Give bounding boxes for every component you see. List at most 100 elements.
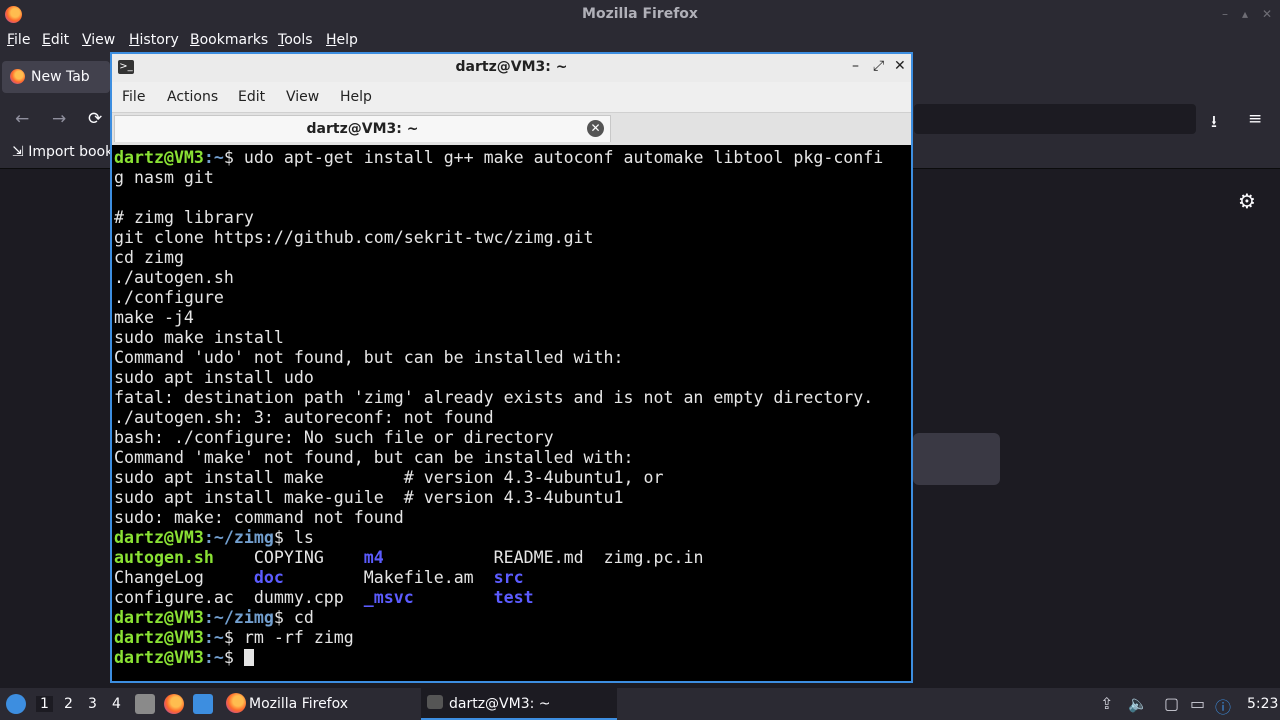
terminal-line: sudo apt install make-guile # version 4.… <box>114 488 909 508</box>
output-text: g nasm git <box>114 168 214 187</box>
terminal-line: sudo apt install make # version 4.3-4ubu… <box>114 468 909 488</box>
output-text: ./autogen.sh: 3: autoreconf: not found <box>114 408 494 427</box>
menu-history[interactable]: History <box>129 32 179 48</box>
ls-entry: autogen.sh <box>114 548 254 567</box>
menu-view[interactable]: View <box>82 32 115 48</box>
ls-entry: Makefile.am <box>363 568 494 587</box>
firefox-launcher-icon[interactable] <box>164 694 184 714</box>
prompt-path: :~ <box>203 148 224 167</box>
minimize-icon[interactable]: – <box>852 58 859 74</box>
menu-tools[interactable]: Tools <box>278 32 313 48</box>
terminal-tab-label: dartz@VM3: ~ <box>306 121 419 137</box>
tab-close-icon[interactable]: ✕ <box>587 120 604 137</box>
window-title: Mozilla Firefox <box>582 6 698 22</box>
close-icon[interactable]: ✕ <box>1262 7 1272 21</box>
ls-entry: zimg.pc.in <box>603 548 704 567</box>
menu-edit[interactable]: Edit <box>42 32 69 48</box>
terminal-line: Command 'udo' not found, but can be inst… <box>114 348 909 368</box>
reload-icon[interactable]: ⟳ <box>88 109 102 129</box>
terminal-line: dartz@VM3:~$ udo apt-get install g++ mak… <box>114 148 909 168</box>
volume-icon[interactable]: 🔈 <box>1128 694 1148 713</box>
output-text: ./autogen.sh <box>114 268 234 287</box>
maximize-icon[interactable]: ▴ <box>1242 7 1248 21</box>
terminal-line: dartz@VM3:~$ rm -rf zimg <box>114 628 909 648</box>
menu-actions[interactable]: Actions <box>167 89 218 105</box>
prompt-user: dartz@VM3 <box>114 628 204 647</box>
hamburger-menu-icon[interactable]: ≡ <box>1248 109 1262 129</box>
ls-entry: _msvc <box>363 588 494 607</box>
terminal-line: dartz@VM3:~/zimg$ cd <box>114 608 909 628</box>
terminal-menubar: File Actions Edit View Help <box>112 82 911 113</box>
command-text: cd <box>293 608 314 627</box>
terminal-output[interactable]: dartz@VM3:~$ udo apt-get install g++ mak… <box>114 148 909 679</box>
network-icon[interactable]: ▭ <box>1190 694 1205 713</box>
ls-entry: doc <box>253 568 364 587</box>
output-text: make -j4 <box>114 308 194 327</box>
terminal-line: ChangeLog doc Makefile.am src <box>114 568 909 588</box>
terminal-line: ./autogen.sh: 3: autoreconf: not found <box>114 408 909 428</box>
menu-bookmarks[interactable]: Bookmarks <box>190 32 268 48</box>
url-bar[interactable] <box>914 104 1196 134</box>
terminal-line: ./autogen.sh <box>114 268 909 288</box>
output-text: cd zimg <box>114 248 184 267</box>
output-text: Command 'make' not found, but can be ins… <box>114 448 634 467</box>
terminal-line: sudo make install <box>114 328 909 348</box>
clock[interactable]: 5:23 <box>1247 696 1278 712</box>
download-icon[interactable]: ⭳ <box>1211 109 1217 138</box>
menu-file[interactable]: File <box>122 89 145 105</box>
output-text: ./configure <box>114 288 224 307</box>
tab-new-tab[interactable]: New Tab <box>2 61 110 93</box>
desktop-icon[interactable] <box>193 694 213 714</box>
terminal-tab[interactable]: dartz@VM3: ~ ✕ <box>114 115 611 142</box>
terminal-line: sudo apt install udo <box>114 368 909 388</box>
import-bookmarks-button[interactable]: ⇲ Import book <box>12 144 113 160</box>
prompt-path: :~/zimg <box>203 528 274 547</box>
ls-entry: m4 <box>363 548 494 567</box>
menu-help[interactable]: Help <box>340 89 372 105</box>
menu-file[interactable]: File <box>7 32 30 48</box>
terminal-titlebar[interactable]: >_ dartz@VM3: ~ – ⤢ ✕ <box>112 54 911 82</box>
output-text: # zimg library <box>114 208 254 227</box>
workspace-1[interactable]: 1 <box>36 696 53 712</box>
prompt-user: dartz@VM3 <box>114 648 204 667</box>
app-menu-icon[interactable] <box>6 694 26 714</box>
prompt-user: dartz@VM3 <box>114 608 204 627</box>
upload-icon[interactable]: ⇪ <box>1100 694 1113 713</box>
terminal-line: autogen.sh COPYING m4 README.md zimg.pc.… <box>114 548 909 568</box>
menu-help[interactable]: Help <box>326 32 358 48</box>
workspace-2[interactable]: 2 <box>64 696 73 712</box>
minimize-icon[interactable]: – <box>1222 7 1228 21</box>
gear-icon[interactable]: ⚙ <box>1238 189 1256 213</box>
prompt-symbol: $ <box>223 148 244 167</box>
output-text: fatal: destination path 'zimg' already e… <box>114 388 874 407</box>
taskbar-window-firefox[interactable]: Mozilla Firefox <box>222 688 412 718</box>
prompt-symbol: $ <box>273 608 294 627</box>
prompt-path: :~ <box>203 648 224 667</box>
ls-entry: ChangeLog <box>114 568 254 587</box>
output-text: sudo apt install make # version 4.3-4ubu… <box>114 468 664 487</box>
forward-arrow-icon[interactable]: → <box>52 109 66 129</box>
ls-entry: README.md <box>493 548 604 567</box>
terminal-icon <box>427 695 443 709</box>
maximize-icon[interactable]: ⤢ <box>873 58 884 74</box>
workspace-3[interactable]: 3 <box>88 696 97 712</box>
file-manager-icon[interactable] <box>135 694 155 714</box>
terminal-line: fatal: destination path 'zimg' already e… <box>114 388 909 408</box>
terminal-line: bash: ./configure: No such file or direc… <box>114 428 909 448</box>
terminal-cursor <box>243 649 254 666</box>
terminal-window[interactable]: >_ dartz@VM3: ~ – ⤢ ✕ File Actions Edit … <box>110 52 913 683</box>
output-text: sudo: make: command not found <box>114 508 404 527</box>
tab-label: New Tab <box>31 69 90 85</box>
import-bookmarks-label: Import book <box>28 144 114 160</box>
taskbar-window-terminal[interactable]: dartz@VM3: ~ <box>421 688 617 720</box>
workspace-4[interactable]: 4 <box>112 696 121 712</box>
menu-view[interactable]: View <box>286 89 319 105</box>
back-arrow-icon[interactable]: ← <box>15 109 29 129</box>
clipboard-icon[interactable]: ▢ <box>1164 694 1179 713</box>
terminal-line: ./configure <box>114 288 909 308</box>
close-icon[interactable]: ✕ <box>894 58 906 74</box>
menu-edit[interactable]: Edit <box>238 89 265 105</box>
terminal-line: git clone https://github.com/sekrit-twc/… <box>114 228 909 248</box>
newtab-card[interactable] <box>913 433 1000 485</box>
update-notifier-icon[interactable]: ⓘ <box>1215 694 1231 718</box>
